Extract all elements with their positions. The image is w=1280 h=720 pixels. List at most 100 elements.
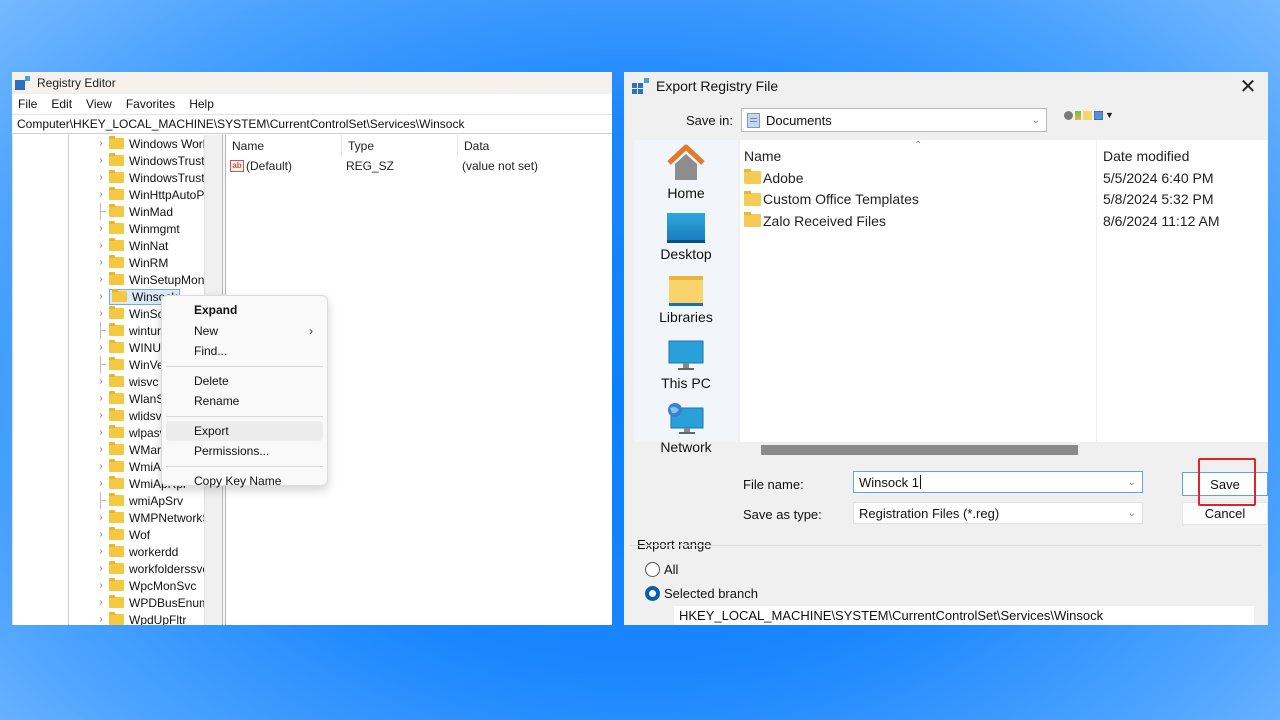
menu-edit[interactable]: Edit [51, 97, 72, 111]
folder-icon [109, 306, 124, 319]
file-name-input[interactable]: Winsock 1 ⌄ [853, 471, 1143, 493]
chevron-right-icon[interactable]: › [96, 427, 106, 438]
menu-help[interactable]: Help [189, 97, 214, 111]
up-folder-icon[interactable] [1075, 110, 1081, 120]
tree-item[interactable]: › WMPNetworkS [96, 509, 204, 526]
folder-icon [109, 561, 124, 574]
branch-path-input[interactable]: HKEY_LOCAL_MACHINE\SYSTEM\CurrentControl… [674, 606, 1254, 625]
chevron-right-icon[interactable]: › [96, 342, 106, 353]
chevron-right-icon[interactable]: › [96, 189, 106, 200]
tree-item[interactable]: › WpcMonSvc [96, 577, 204, 594]
tree-item[interactable]: › Wof [96, 526, 204, 543]
range-all-radio[interactable] [645, 562, 660, 577]
chevron-right-icon[interactable]: › [96, 529, 106, 540]
menu-view[interactable]: View [86, 97, 112, 111]
chevron-right-icon[interactable]: › [96, 597, 106, 608]
file-row[interactable]: Custom Office Templates 5/8/2024 5:32 PM [740, 189, 1268, 210]
context-menu-item-export[interactable]: Export [166, 420, 323, 441]
column-type[interactable]: Type [342, 135, 458, 157]
place-network[interactable]: Network [634, 402, 738, 455]
chevron-right-icon[interactable]: › [96, 240, 106, 251]
tree-item[interactable]: › WindowsTruste [96, 152, 204, 169]
chevron-right-icon[interactable]: › [96, 308, 106, 319]
menu-item-label: Delete [194, 373, 229, 388]
value-name: (Default) [246, 159, 293, 173]
chevron-right-icon[interactable]: › [96, 172, 106, 183]
range-all-label[interactable]: All [664, 562, 678, 577]
chevron-right-icon[interactable]: › [96, 223, 106, 234]
context-menu-item-permissions[interactable]: Permissions... [166, 441, 323, 462]
menu-file[interactable]: File [18, 97, 37, 111]
chevron-right-icon[interactable]: › [96, 444, 106, 455]
file-row[interactable]: Adobe 5/5/2024 6:40 PM [740, 167, 1268, 188]
place-this-pc[interactable]: This PC [634, 340, 738, 391]
folder-icon [109, 255, 124, 268]
tree-connector [96, 203, 106, 220]
chevron-right-icon[interactable]: › [96, 546, 106, 557]
tree-item[interactable]: › workerdd [96, 543, 204, 560]
chevron-right-icon[interactable]: › [96, 410, 106, 421]
value-row[interactable]: ab (Default) REG_SZ (value not set) [226, 157, 612, 175]
tree-item[interactable]: › workfolderssvc [96, 560, 204, 577]
new-folder-icon[interactable] [1083, 110, 1092, 120]
menu-separator [166, 465, 323, 467]
chevron-right-icon[interactable]: › [96, 563, 106, 574]
file-name: Custom Office Templates [763, 191, 919, 207]
chevron-right-icon[interactable]: › [96, 580, 106, 591]
tree-item[interactable]: › Winmgmt [96, 220, 204, 237]
save-in-dropdown[interactable]: Documents ⌄ [741, 108, 1047, 132]
folder-icon [109, 204, 124, 217]
tree-item[interactable]: WinMad [96, 203, 204, 220]
save-as-type-dropdown[interactable]: Registration Files (*.reg) ⌄ [853, 502, 1143, 524]
tree-item[interactable]: › WinNat [96, 237, 204, 254]
file-list-header: Name ⌃ Date modified [740, 140, 1268, 168]
place-desktop[interactable]: Desktop [634, 213, 738, 262]
column-name[interactable]: Name [226, 135, 342, 157]
chevron-right-icon[interactable]: › [96, 376, 106, 387]
address-bar[interactable]: Computer\HKEY_LOCAL_MACHINE\SYSTEM\Curre… [12, 114, 612, 134]
tree-item[interactable]: › WinSetupMon [96, 271, 204, 288]
folder-icon [109, 527, 124, 540]
chevron-right-icon[interactable]: › [96, 461, 106, 472]
context-menu-item-find[interactable]: Find... [166, 341, 323, 362]
tree-item[interactable]: › WPDBusEnum [96, 594, 204, 611]
place-libraries[interactable]: Libraries [634, 276, 738, 325]
place-home[interactable]: Home [634, 144, 738, 201]
menu-favorites[interactable]: Favorites [126, 97, 175, 111]
range-selected-radio[interactable] [645, 586, 660, 601]
chevron-right-icon[interactable]: › [96, 393, 106, 404]
tree-item[interactable]: › WpdUpFltr [96, 611, 204, 625]
chevron-right-icon[interactable]: › [96, 512, 106, 523]
horizontal-scrollbar-thumb[interactable] [761, 445, 1078, 455]
tree-item[interactable]: › WinRM [96, 254, 204, 271]
chevron-right-icon[interactable]: › [96, 257, 106, 268]
chevron-right-icon[interactable]: › [96, 155, 106, 166]
column-date-header[interactable]: Date modified [1103, 148, 1189, 164]
tree-item[interactable]: wmiApSrv [96, 492, 204, 509]
context-menu-item-delete[interactable]: Delete [166, 371, 323, 392]
view-dropdown-icon[interactable]: ▼ [1105, 110, 1114, 120]
context-menu-item-copy-key-name[interactable]: Copy Key Name [166, 471, 323, 492]
chevron-right-icon[interactable]: › [96, 274, 106, 285]
column-name-header[interactable]: Name [744, 148, 781, 164]
folder-icon [109, 493, 124, 506]
tree-item[interactable]: › WindowsTruste [96, 169, 204, 186]
context-menu-item-expand[interactable]: Expand [166, 300, 323, 321]
context-menu-item-new[interactable]: New › [166, 321, 323, 342]
tree-item-label: WindowsTruste [129, 153, 204, 168]
back-icon[interactable] [1064, 110, 1073, 120]
view-menu-icon[interactable] [1094, 110, 1103, 120]
chevron-right-icon[interactable]: › [96, 614, 106, 625]
chevron-right-icon[interactable]: › [96, 478, 106, 489]
range-selected-label[interactable]: Selected branch [664, 586, 758, 601]
dialog-title: Export Registry File [656, 78, 779, 94]
close-button[interactable]: ✕ [1236, 74, 1260, 99]
file-row[interactable]: Zalo Received Files 8/6/2024 11:12 AM [740, 210, 1268, 231]
column-data[interactable]: Data [458, 135, 608, 157]
tree-item[interactable]: › Windows Work [96, 135, 204, 152]
submenu-arrow-icon: › [309, 323, 313, 338]
tree-item[interactable]: › WinHttpAutoP [96, 186, 204, 203]
chevron-right-icon[interactable]: › [96, 138, 106, 149]
context-menu-item-rename[interactable]: Rename [166, 391, 323, 412]
chevron-right-icon[interactable]: › [96, 291, 106, 302]
